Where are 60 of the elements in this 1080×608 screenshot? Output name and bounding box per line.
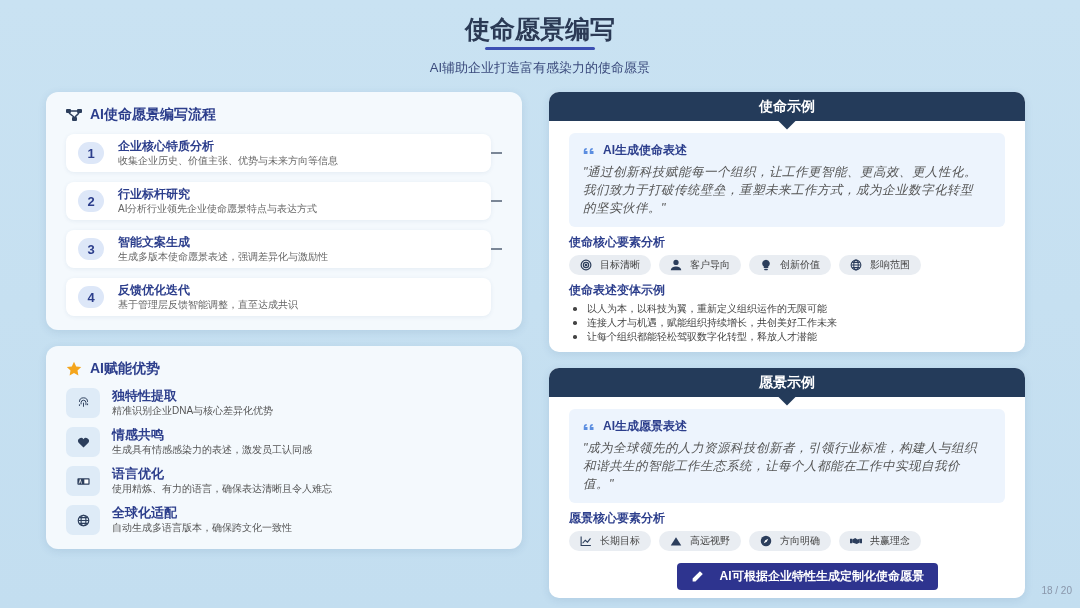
page-number: 18 / 20 (1041, 585, 1072, 596)
card-title: AI赋能优势 (90, 360, 160, 378)
star-icon (66, 361, 82, 377)
advantage-title: 独特性提取 (112, 388, 178, 404)
quote-title: AI生成使命表述 (603, 142, 687, 159)
fingerprint-icon (76, 396, 90, 410)
step-number: 2 (78, 190, 104, 212)
target-icon (580, 259, 592, 271)
advantage-title: 全球化适配 (112, 505, 178, 521)
advantage-description: 生成具有情感感染力的表述，激发员工认同感 (112, 443, 312, 457)
heart-icon (76, 435, 90, 449)
step-description: 收集企业历史、价值主张、优势与未来方向等信息 (118, 154, 338, 167)
step-title: 智能文案生成 (118, 235, 191, 250)
step-title: 企业核心特质分析 (118, 139, 215, 154)
step-number: 3 (78, 238, 104, 260)
user-icon (670, 259, 682, 271)
variant-text: 以人为本，以科技为翼，重新定义组织运作的无限可能 (586, 302, 827, 316)
tag-label: 客户导向 (690, 258, 730, 272)
quote-text: "通过创新科技赋能每一个组织，让工作更智能、更高效、更人性化。我们致力于打破传统壁垒，重塑未来工作方式，成为企业数字化转型的坚实伙伴。" (583, 164, 979, 217)
step-description: 基于管理层反馈智能调整，直至达成共识 (118, 298, 298, 311)
bullet-icon (573, 335, 577, 339)
step-number: 4 (78, 286, 104, 308)
advantage-title: 语言优化 (112, 466, 165, 482)
card-title: AI使命愿景编写流程 (90, 106, 216, 124)
tag-label: 目标清晰 (600, 258, 640, 272)
step-title: 反馈优化迭代 (118, 283, 191, 298)
section-title: 使命核心要素分析 (569, 235, 666, 250)
step-description: 生成多版本使命愿景表述，强调差异化与激励性 (118, 250, 328, 263)
compass-icon (760, 535, 772, 547)
tag-label: 长期目标 (600, 534, 640, 548)
quote-title: AI生成愿景表述 (603, 418, 687, 435)
bullet-icon (573, 321, 577, 325)
variant-text: 连接人才与机遇，赋能组织持续增长，共创美好工作未来 (586, 316, 837, 330)
pencil-icon (690, 570, 704, 583)
variant-text: 让每个组织都能轻松驾驭数字化转型，释放人才潜能 (586, 330, 817, 344)
globe-icon (76, 513, 90, 527)
advantage-description: 精准识别企业DNA与核心差异化优势 (112, 404, 274, 418)
lightbulb-icon (760, 259, 772, 271)
tag-label: 影响范围 (870, 258, 910, 272)
tag-label: 创新价值 (780, 258, 820, 272)
page-subtitle: AI辅助企业打造富有感染力的使命愿景 (429, 59, 651, 77)
tag-label: 共赢理念 (870, 534, 910, 548)
tag-label: 高远视野 (690, 534, 730, 548)
mountain-icon (670, 535, 682, 547)
step-title: 行业标杆研究 (118, 187, 191, 202)
page-title: 使命愿景编写 (465, 14, 615, 45)
section-title: 使命表述变体示例 (569, 283, 666, 298)
quote-text: "成为全球领先的人力资源科技创新者，引领行业标准，构建人与组织和谐共生的智能工作生态系统，让每个人都能在工作中实现自我价值。" (583, 440, 979, 493)
network-icon (66, 107, 82, 123)
step-description: AI分析行业领先企业使命愿景特点与表达方式 (118, 202, 318, 215)
bullet-icon (573, 307, 577, 311)
globe-icon (850, 259, 862, 271)
section-title: 愿景核心要素分析 (569, 511, 666, 526)
advantage-description: 自动生成多语言版本，确保跨文化一致性 (112, 521, 292, 535)
advantage-title: 情感共鸣 (112, 427, 165, 443)
line-chart-icon (580, 535, 592, 547)
generate-button[interactable]: AI可根据企业特性生成定制化使命愿景 (676, 563, 938, 590)
advantage-description: 使用精炼、有力的语言，确保表达清晰且令人难忘 (112, 482, 332, 496)
step-number: 1 (78, 142, 104, 164)
tag-label: 方向明确 (780, 534, 820, 548)
